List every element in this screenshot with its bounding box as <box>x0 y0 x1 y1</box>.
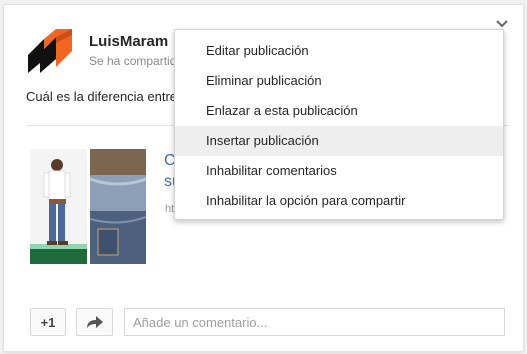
menu-item-disable-comments[interactable]: Inhabilitar comentarios <box>175 156 503 186</box>
menu-item-delete-post[interactable]: Eliminar publicación <box>175 66 503 96</box>
menu-item-disable-sharing[interactable]: Inhabilitar la opción para compartir <box>175 186 503 216</box>
menu-item-embed-post[interactable]: Insertar publicación <box>175 126 503 156</box>
share-visibility-text: Se ha compartido <box>89 54 177 68</box>
post-body-text: Cuál es la diferencia entre <box>26 89 176 104</box>
comment-input[interactable] <box>124 308 505 336</box>
post-options-menu: Editar publicación Eliminar publicación … <box>174 29 504 220</box>
brand-logo-icon <box>28 29 72 73</box>
share-button[interactable] <box>76 308 113 336</box>
share-arrow-icon <box>86 316 103 328</box>
author-name[interactable]: LuisMaram <box>89 33 168 50</box>
menu-item-edit-post[interactable]: Editar publicación <box>175 36 503 66</box>
plus-one-button[interactable]: +1 <box>30 308 66 336</box>
author-avatar[interactable] <box>26 29 74 73</box>
attachment-image-person[interactable] <box>30 149 87 264</box>
attachment-image-denim[interactable] <box>90 149 146 264</box>
menu-item-link-to-post[interactable]: Enlazar a esta publicación <box>175 96 503 126</box>
